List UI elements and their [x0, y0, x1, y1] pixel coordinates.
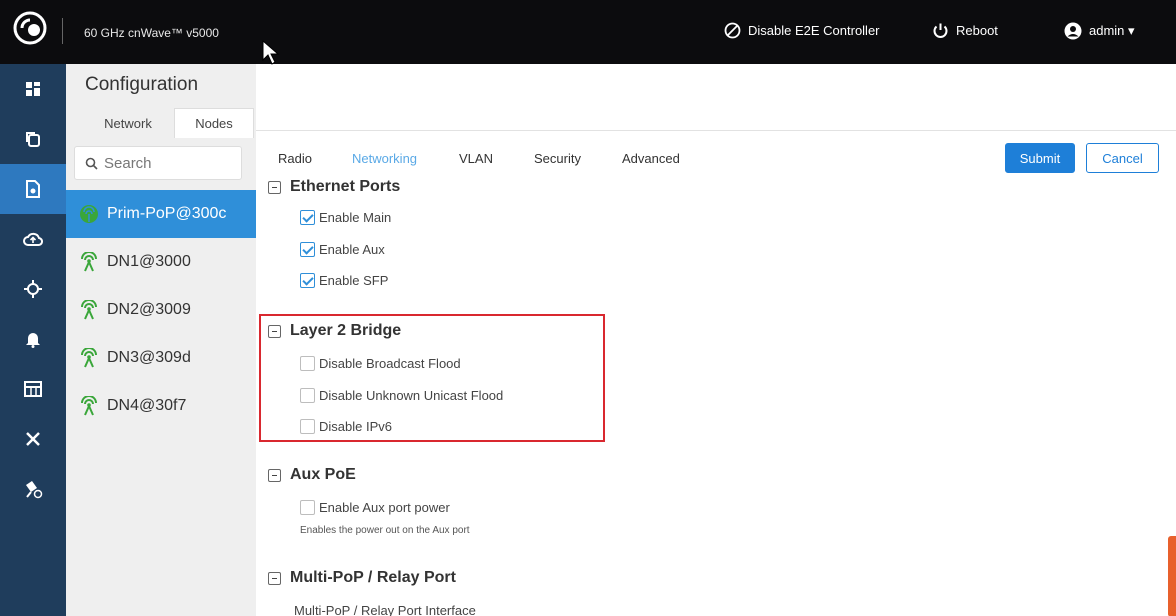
disable-e2e-button[interactable]: Disable E2E Controller: [724, 22, 880, 39]
node-item-dn4[interactable]: DN4@30f7: [66, 382, 256, 430]
aux-power-hint: Enables the power out on the Aux port: [300, 525, 470, 536]
enable-aux-port-power-checkbox[interactable]: Enable Aux port power: [300, 500, 450, 515]
rail-configuration[interactable]: [0, 164, 66, 214]
bell-icon: [26, 333, 40, 348]
collapse-icon[interactable]: [268, 324, 281, 338]
configuration-panel: Configuration Network Nodes Search Prim-…: [66, 64, 256, 616]
tower-icon: [81, 396, 97, 416]
checkbox-unchecked-icon[interactable]: [300, 356, 315, 371]
top-bar: 60 GHz cnWave™ v5000 Disable E2E Control…: [0, 0, 1176, 65]
submit-button[interactable]: Submit: [1005, 143, 1075, 173]
node-search-input[interactable]: Search: [74, 146, 242, 180]
node-label: DN1@3000: [107, 253, 191, 270]
checkbox-label: Disable Broadcast Flood: [319, 356, 461, 371]
rail-statistics[interactable]: [0, 364, 66, 414]
crosshair-icon: [24, 280, 42, 298]
search-icon: [85, 157, 98, 170]
disable-e2e-label: Disable E2E Controller: [748, 23, 880, 38]
table-icon: [24, 381, 42, 397]
tower-icon: [81, 300, 97, 320]
checkbox-checked-icon[interactable]: [300, 210, 315, 225]
checkbox-unchecked-icon[interactable]: [300, 388, 315, 403]
mouse-cursor-icon: [262, 40, 280, 65]
tab-vlan[interactable]: VLAN: [459, 151, 493, 166]
collapse-icon[interactable]: [268, 180, 281, 194]
reboot-label: Reboot: [956, 23, 998, 38]
node-icon: [80, 205, 98, 223]
node-item-prim-pop[interactable]: Prim-PoP@300c: [66, 190, 256, 238]
checkbox-label: Disable Unknown Unicast Flood: [319, 388, 504, 403]
enable-main-checkbox[interactable]: Enable Main: [300, 210, 391, 225]
node-label: DN3@309d: [107, 349, 191, 366]
section-aux-poe[interactable]: Aux PoE: [268, 466, 356, 484]
section-title: Multi-PoP / Relay Port: [290, 569, 456, 586]
nav-rail: [0, 64, 66, 616]
section-multi-pop-relay[interactable]: Multi-PoP / Relay Port: [268, 569, 456, 587]
tower-icon: [81, 252, 97, 272]
disable-icon: [724, 22, 741, 39]
rail-upgrade[interactable]: [0, 214, 66, 264]
copy-icon: [26, 132, 40, 147]
page-title: Configuration: [85, 74, 199, 95]
rail-copy[interactable]: [0, 114, 66, 164]
cancel-button[interactable]: Cancel: [1086, 143, 1159, 173]
user-icon: [1064, 22, 1082, 40]
tab-nodes[interactable]: Nodes: [174, 108, 254, 138]
user-menu[interactable]: admin ▾: [1064, 22, 1135, 40]
rail-dashboard[interactable]: [0, 64, 66, 114]
tab-security[interactable]: Security: [534, 151, 581, 166]
rail-alarms[interactable]: [0, 314, 66, 364]
checkbox-unchecked-icon[interactable]: [300, 419, 315, 434]
section-title: Aux PoE: [290, 466, 356, 483]
rail-topology[interactable]: [0, 464, 66, 514]
collapse-icon[interactable]: [268, 468, 281, 482]
checkbox-label: Enable Aux: [319, 242, 385, 257]
satellite-icon: [26, 481, 43, 499]
cambium-logo: [13, 11, 47, 45]
power-icon: [933, 23, 948, 38]
checkbox-checked-icon[interactable]: [300, 242, 315, 257]
node-item-dn1[interactable]: DN1@3000: [66, 238, 256, 286]
node-label: DN2@3009: [107, 301, 191, 318]
node-config-form: Radio Networking VLAN Security Advanced …: [256, 130, 1176, 616]
enable-aux-checkbox[interactable]: Enable Aux: [300, 242, 385, 257]
checkbox-unchecked-icon[interactable]: [300, 500, 315, 515]
enable-sfp-checkbox[interactable]: Enable SFP: [300, 273, 388, 288]
dashboard-icon: [26, 82, 40, 96]
user-label: admin ▾: [1089, 23, 1135, 38]
section-ethernet-ports[interactable]: Ethernet Ports: [268, 178, 400, 196]
node-label: DN4@30f7: [107, 397, 187, 414]
search-placeholder: Search: [104, 154, 152, 172]
reboot-button[interactable]: Reboot: [932, 22, 998, 39]
rail-tools[interactable]: [0, 414, 66, 464]
section-title: Ethernet Ports: [290, 178, 401, 195]
tower-icon: [81, 348, 97, 368]
checkbox-checked-icon[interactable]: [300, 273, 315, 288]
tab-advanced[interactable]: Advanced: [622, 151, 680, 166]
node-label: Prim-PoP@300c: [107, 205, 227, 222]
section-title: Layer 2 Bridge: [290, 322, 402, 339]
checkbox-label: Enable Main: [319, 210, 392, 225]
collapse-icon[interactable]: [268, 571, 281, 585]
disable-unknown-unicast-flood-checkbox[interactable]: Disable Unknown Unicast Flood: [300, 388, 503, 403]
rail-alignment[interactable]: [0, 264, 66, 314]
cloud-upload-icon: [23, 232, 43, 246]
checkbox-label: Disable IPv6: [319, 419, 392, 434]
section-layer2-bridge[interactable]: Layer 2 Bridge: [268, 322, 401, 340]
config-icon: [26, 180, 40, 198]
logo-separator: [62, 18, 63, 44]
tab-radio[interactable]: Radio: [278, 151, 312, 166]
checkbox-label: Enable SFP: [319, 273, 389, 288]
disable-broadcast-flood-checkbox[interactable]: Disable Broadcast Flood: [300, 356, 461, 371]
disable-ipv6-checkbox[interactable]: Disable IPv6: [300, 419, 392, 434]
relay-port-interface-label: Multi-PoP / Relay Port Interface: [294, 603, 476, 616]
app-title: 60 GHz cnWave™ v5000: [84, 26, 219, 40]
tools-icon: [26, 432, 40, 446]
checkbox-label: Enable Aux port power: [319, 500, 450, 515]
scrollbar-thumb[interactable]: [1168, 536, 1176, 616]
tab-networking[interactable]: Networking: [352, 151, 417, 166]
node-item-dn3[interactable]: DN3@309d: [66, 334, 256, 382]
node-item-dn2[interactable]: DN2@3009: [66, 286, 256, 334]
tab-network[interactable]: Network: [84, 108, 172, 138]
